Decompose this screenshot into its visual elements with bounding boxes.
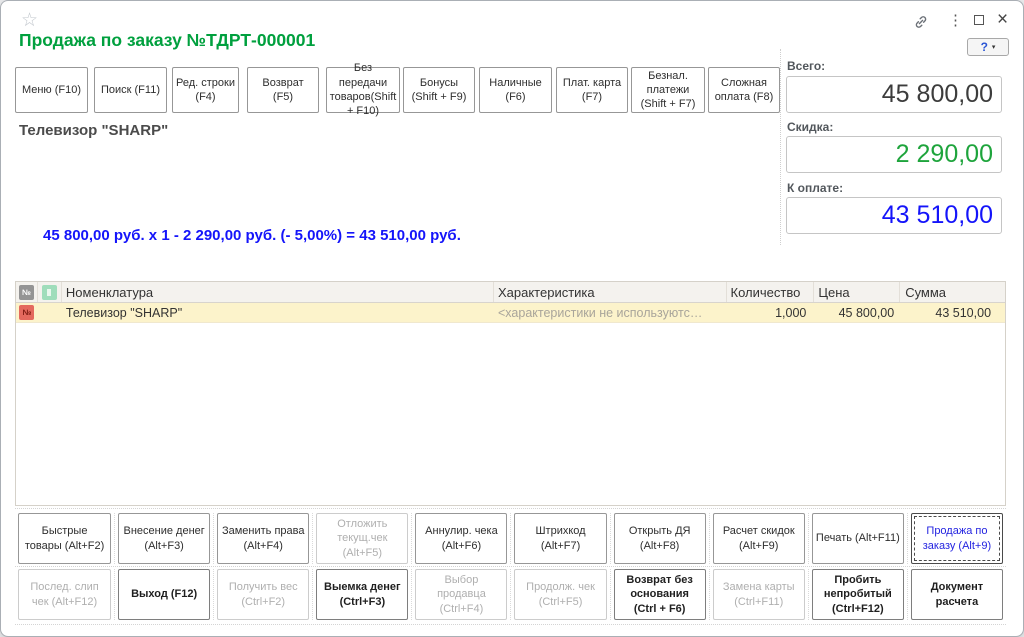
payment-card-button[interactable]: Плат. карта (F7): [556, 67, 628, 113]
col-price[interactable]: Цена: [814, 282, 900, 302]
deposit-money-button[interactable]: Внесение денег (Alt+F3): [118, 513, 210, 564]
menu-button[interactable]: Меню (F10): [15, 67, 88, 113]
separator: [15, 624, 1006, 625]
link-icon[interactable]: [913, 14, 929, 30]
no-goods-transfer-button[interactable]: Без передачи товаров(Shift + F10): [326, 67, 400, 113]
separator: [780, 49, 781, 245]
row-number-icon: №: [19, 285, 34, 300]
print-button[interactable]: Печать (Alt+F11): [812, 513, 904, 564]
get-weight-button: Получить вес (Ctrl+F2): [217, 569, 309, 620]
cash-withdrawal-button[interactable]: Выемка денег (Ctrl+F3): [316, 569, 408, 620]
cell-price: 45 800,00: [814, 306, 900, 320]
help-icon: ?: [981, 41, 988, 53]
maximize-icon[interactable]: [974, 15, 984, 25]
edit-row-button[interactable]: Ред. строки (F4): [172, 67, 239, 113]
separator: [15, 566, 1006, 567]
sale-by-order-button[interactable]: Продажа по заказу (Alt+9): [911, 513, 1003, 564]
due-value: 43 510,00: [786, 197, 1002, 234]
more-menu-icon[interactable]: ⋮: [948, 11, 963, 29]
continue-receipt-button: Продолж. чек (Ctrl+F5): [514, 569, 606, 620]
void-receipt-button[interactable]: Аннулир. чека (Alt+F6): [415, 513, 507, 564]
exit-button[interactable]: Выход (F12): [118, 569, 210, 620]
money-icon: [42, 285, 57, 300]
total-value: 45 800,00: [786, 76, 1002, 113]
total-label: Всего:: [787, 59, 825, 73]
separator: [15, 508, 1006, 509]
last-slip-button: Послед. слип чек (Alt+F12): [18, 569, 111, 620]
bottom-toolbar-row1: Быстрые товары (Alt+F2) Внесение денег (…: [15, 513, 1006, 564]
price-calculation-line: 45 800,00 руб. х 1 - 2 290,00 руб. (- 5,…: [43, 227, 461, 244]
pos-window: ☆ ⋮ × Продажа по заказу №ТДРТ-000001 ? ▾…: [0, 0, 1024, 637]
defer-receipt-button: Отложить текущ.чек (Alt+F5): [316, 513, 408, 564]
discount-value: 2 290,00: [786, 136, 1002, 173]
return-button[interactable]: Возврат (F5): [247, 67, 319, 113]
col-characteristic[interactable]: Характеристика: [494, 282, 727, 302]
bottom-toolbar-row2: Послед. слип чек (Alt+F12) Выход (F12) П…: [15, 569, 1006, 620]
table-header-row: № Номенклатура Характеристика Количество…: [16, 282, 1005, 303]
cell-quantity: 1,000: [727, 306, 815, 320]
col-sum[interactable]: Сумма: [900, 282, 1005, 302]
seller-select-button: Выбор продавца (Ctrl+F4): [415, 569, 507, 620]
row-number-badge: №: [19, 305, 34, 320]
bonuses-button[interactable]: Бонусы (Shift + F9): [403, 67, 475, 113]
help-button[interactable]: ? ▾: [967, 38, 1009, 56]
open-drawer-button[interactable]: Открыть ДЯ (Alt+F8): [614, 513, 706, 564]
search-button[interactable]: Поиск (F11): [94, 67, 167, 113]
change-rights-button[interactable]: Заменить права (Alt+F4): [217, 513, 309, 564]
settlement-document-button[interactable]: Документ расчета: [911, 569, 1003, 620]
col-quantity[interactable]: Количество: [727, 282, 815, 302]
chevron-down-icon: ▾: [992, 43, 996, 51]
table-row[interactable]: № Телевизор "SHARP" <характеристики не и…: [16, 303, 1005, 323]
barcode-button[interactable]: Штрихкод (Alt+F7): [514, 513, 606, 564]
favorite-star-icon[interactable]: ☆: [21, 9, 38, 32]
punch-unpunched-button[interactable]: Пробить непробитый (Ctrl+F12): [812, 569, 904, 620]
due-label: К оплате:: [787, 181, 843, 195]
cell-nomenclature: Телевизор "SHARP": [62, 306, 494, 320]
discount-calc-button[interactable]: Расчет скидок (Alt+F9): [713, 513, 805, 564]
items-table: № Номенклатура Характеристика Количество…: [15, 281, 1006, 506]
col-nomenclature[interactable]: Номенклатура: [62, 282, 494, 302]
card-replace-button: Замена карты (Ctrl+F11): [713, 569, 805, 620]
discount-label: Скидка:: [787, 120, 833, 134]
close-icon[interactable]: ×: [997, 9, 1008, 31]
cell-sum: 43 510,00: [900, 306, 1005, 320]
page-title: Продажа по заказу №ТДРТ-000001: [19, 30, 315, 51]
complex-payment-button[interactable]: Сложная оплата (F8): [708, 67, 780, 113]
cell-characteristic: <характеристики не используютс…: [494, 306, 727, 320]
return-no-basis-button[interactable]: Возврат без основания (Ctrl + F6): [614, 569, 706, 620]
cashless-payments-button[interactable]: Безнал. платежи (Shift + F7): [631, 67, 705, 113]
quick-goods-button[interactable]: Быстрые товары (Alt+F2): [18, 513, 111, 564]
cash-button[interactable]: Наличные (F6): [479, 67, 552, 113]
current-product-name: Телевизор "SHARP": [19, 122, 168, 139]
